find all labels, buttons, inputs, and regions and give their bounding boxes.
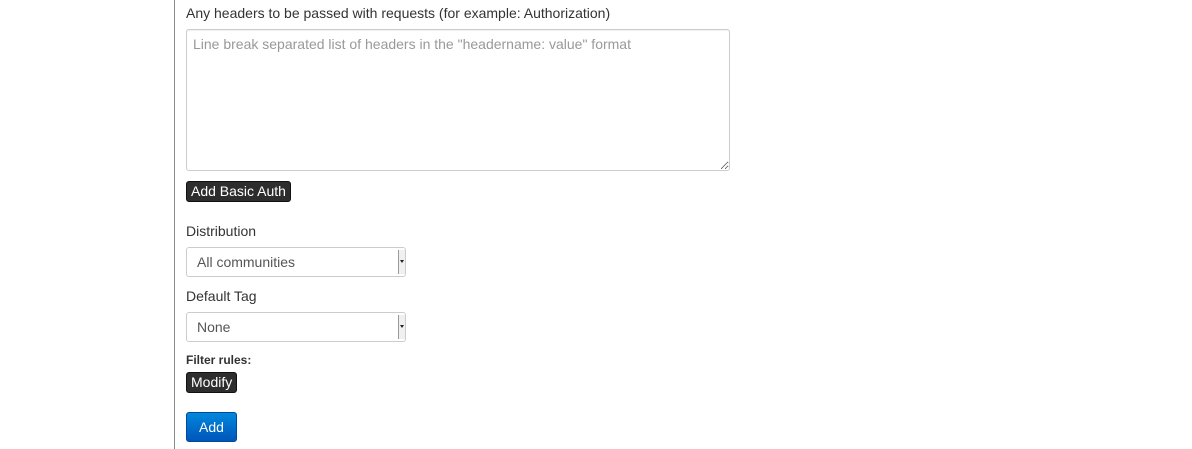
chevron-down-icon [398, 315, 405, 339]
distribution-label: Distribution [186, 223, 257, 239]
headers-label: Any headers to be passed with requests (… [186, 5, 611, 21]
add-submit-button[interactable]: Add [186, 412, 237, 442]
filter-rules-label: Filter rules: [186, 353, 252, 367]
default-tag-label: Default Tag [186, 288, 257, 304]
chevron-down-icon [398, 250, 405, 274]
left-divider [174, 0, 175, 449]
default-tag-select[interactable]: None [186, 312, 406, 342]
headers-textarea[interactable] [186, 29, 730, 171]
distribution-selected-value: All communities [197, 254, 296, 270]
modify-filter-rules-button[interactable]: Modify [186, 372, 238, 393]
distribution-select[interactable]: All communities [186, 247, 406, 277]
default-tag-selected-value: None [197, 319, 231, 335]
feed-form-page: Any headers to be passed with requests (… [0, 0, 1192, 449]
add-basic-auth-button[interactable]: Add Basic Auth [186, 181, 291, 202]
